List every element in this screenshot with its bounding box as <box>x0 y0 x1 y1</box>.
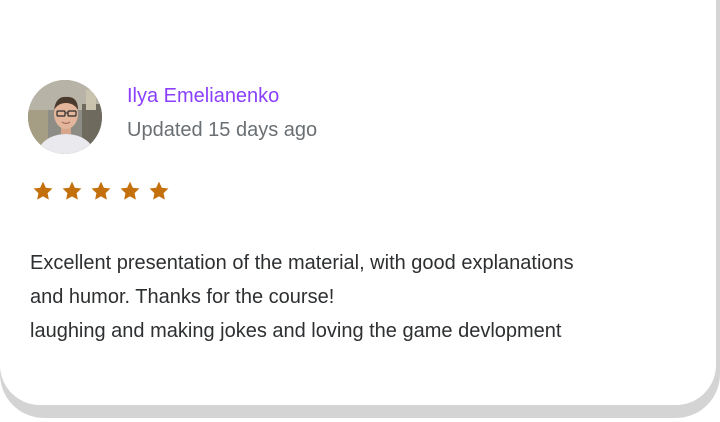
star-icon <box>120 181 140 200</box>
review-text-line: and humor. Thanks for the course! <box>30 286 335 308</box>
star-rating <box>32 180 170 204</box>
review-body: Excellent presentation of the material, … <box>30 246 714 348</box>
star-icon <box>33 181 53 200</box>
review-text-line: laughing and making jokes and loving the… <box>30 320 562 342</box>
avatar-photo <box>28 80 102 154</box>
reviewer-avatar <box>28 80 102 154</box>
review-text-line: Excellent presentation of the material, … <box>30 252 574 274</box>
star-icon <box>149 181 169 200</box>
review-card: Ilya Emelianenko Updated 15 days ago Exc… <box>0 0 716 405</box>
review-stage: Ilya Emelianenko Updated 15 days ago Exc… <box>0 0 720 422</box>
reviewer-name[interactable]: Ilya Emelianenko <box>127 85 279 108</box>
star-icon <box>62 181 82 200</box>
review-updated-date: Updated 15 days ago <box>127 119 318 141</box>
star-icon <box>91 181 111 200</box>
